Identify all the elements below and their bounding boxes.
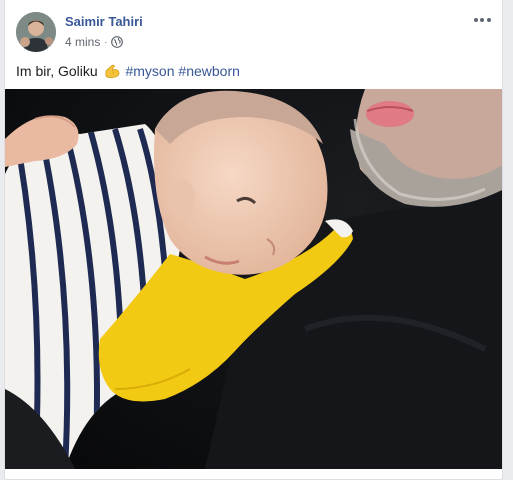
hashtag-link[interactable]: #newborn bbox=[178, 63, 240, 79]
post-timestamp[interactable]: 4 mins bbox=[65, 35, 100, 49]
more-dot bbox=[473, 18, 478, 22]
post-text: Im bir, Goliku #myson #newborn bbox=[16, 62, 240, 80]
more-dot bbox=[486, 18, 491, 22]
photo-newborn-with-father bbox=[5, 89, 502, 469]
flexed-biceps-icon bbox=[103, 63, 121, 79]
globe-icon[interactable] bbox=[111, 36, 124, 48]
post-meta: 4 mins · bbox=[65, 35, 124, 49]
avatar-photo-icon bbox=[16, 12, 56, 52]
post-caption: Im bir, Goliku bbox=[16, 63, 98, 79]
author-name[interactable]: Saimir Tahiri bbox=[65, 14, 143, 29]
feed-post: Saimir Tahiri 4 mins · Im bir, Goliku #m… bbox=[4, 0, 503, 480]
post-photo[interactable] bbox=[5, 89, 502, 469]
meta-separator: · bbox=[104, 37, 108, 47]
author-avatar[interactable] bbox=[16, 12, 56, 52]
more-options-icon[interactable] bbox=[470, 12, 494, 28]
hashtag-link[interactable]: #myson bbox=[125, 63, 174, 79]
more-dot bbox=[480, 18, 484, 22]
